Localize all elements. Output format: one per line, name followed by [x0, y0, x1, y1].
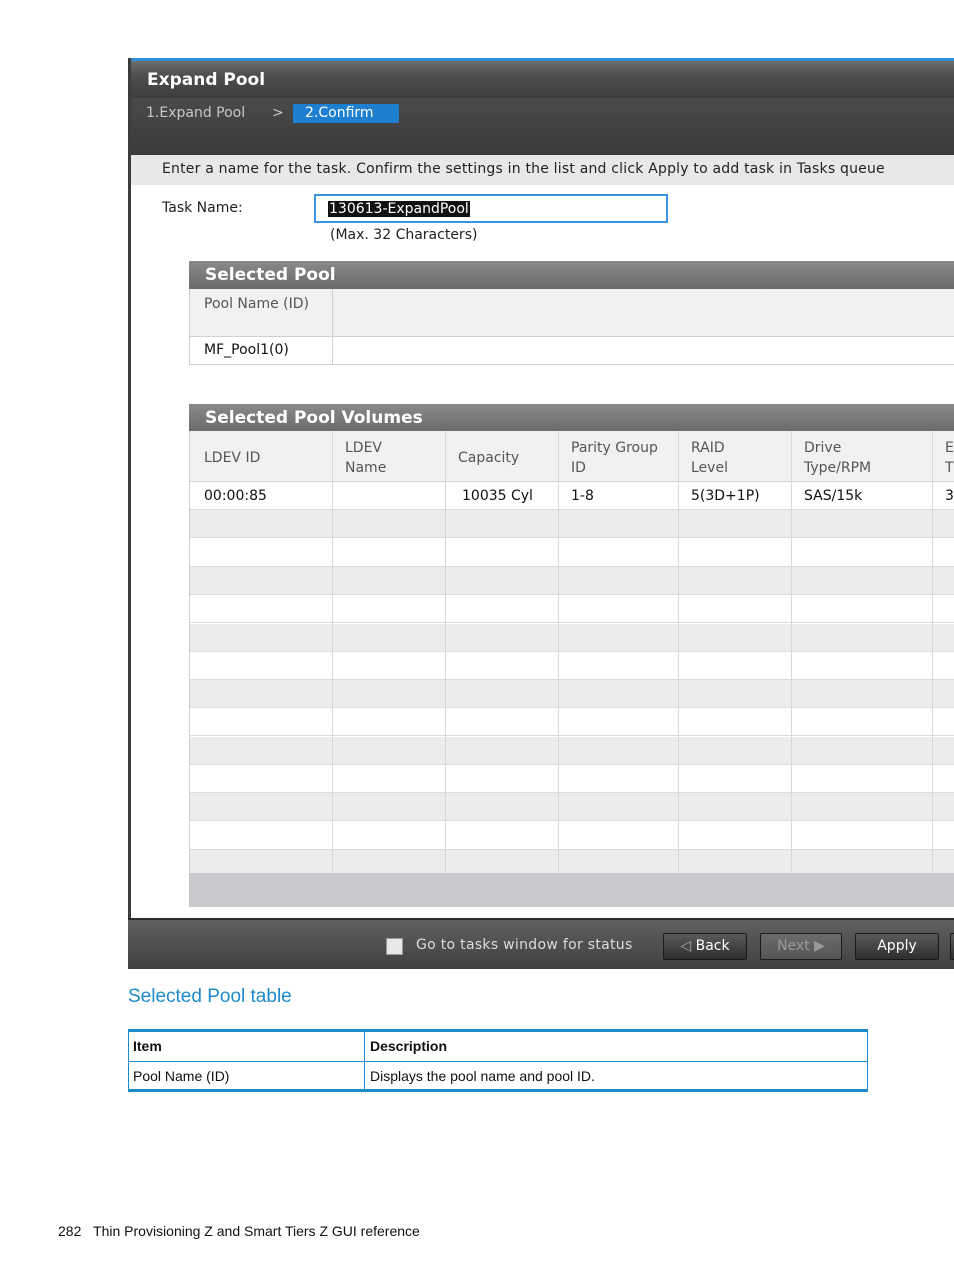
col-raid-level[interactable]: RAID Level — [691, 438, 751, 478]
dialog-title: Expand Pool — [147, 70, 266, 90]
table-row[interactable] — [190, 539, 954, 567]
doc-table-header-row: Item Description — [128, 1032, 868, 1061]
column-divider — [932, 431, 933, 880]
dialog-button-bar: Go to tasks window for status ◁ Back Nex… — [128, 918, 954, 969]
doc-cell-item: Pool Name (ID) — [133, 1068, 230, 1084]
pool-name-value: MF_Pool1(0) — [204, 342, 289, 358]
back-button[interactable]: ◁ Back — [663, 933, 747, 960]
back-button-label: Back — [695, 938, 730, 954]
col-drive-type-rpm[interactable]: Drive Type/RPM — [804, 438, 904, 478]
table-cell: 3 — [945, 488, 954, 504]
pool-name-column-header[interactable]: Pool Name (ID) — [204, 294, 314, 314]
table-row[interactable] — [190, 566, 954, 595]
dialog-left-border — [128, 58, 131, 969]
volumes-table-footer — [189, 873, 954, 907]
table-row[interactable]: 00:00:85 10035 Cyl 1-8 5(3D+1P) SAS/15k 3 — [190, 482, 954, 510]
table-cell: 5(3D+1P) — [691, 488, 760, 504]
col-ldev-id[interactable]: LDEV ID — [204, 448, 260, 468]
table-cell: SAS/15k — [804, 488, 863, 504]
next-button-label: Next — [777, 938, 810, 954]
page-footer: 282 Thin Provisioning Z and Smart Tiers … — [58, 1223, 420, 1239]
column-divider — [791, 431, 792, 880]
table-row[interactable] — [190, 510, 954, 539]
table-cell: 1-8 — [571, 488, 594, 504]
selected-pool-header: Selected Pool — [189, 261, 954, 289]
instruction-text: Enter a name for the task. Confirm the s… — [162, 161, 885, 177]
chevron-left-icon: ◁ — [680, 938, 696, 954]
step-separator: > — [272, 105, 284, 121]
table-row[interactable] — [190, 708, 954, 737]
dialog-title-bar: Expand Pool — [128, 58, 954, 98]
table-row[interactable] — [190, 652, 954, 680]
selected-pool-title: Selected Pool — [205, 265, 336, 285]
selected-pool-volumes-header: Selected Pool Volumes — [189, 404, 954, 432]
col-capacity[interactable]: Capacity — [458, 448, 519, 468]
chevron-right-icon: ▶ — [809, 938, 825, 954]
volumes-table-header: LDEV ID LDEV Name Capacity Parity Group … — [190, 431, 954, 482]
go-to-tasks-checkbox[interactable] — [386, 938, 403, 955]
table-caption: Selected Pool table — [128, 986, 292, 1007]
table-cell: 10035 Cyl — [462, 488, 533, 504]
footer-text: Thin Provisioning Z and Smart Tiers Z GU… — [93, 1223, 420, 1239]
task-name-label: Task Name: — [162, 200, 243, 216]
task-name-input[interactable]: 130613-ExpandPool — [314, 194, 668, 223]
go-to-tasks-label: Go to tasks window for status — [416, 937, 633, 953]
apply-button-label: Apply — [877, 938, 917, 954]
selected-pool-volumes-table: LDEV ID LDEV Name Capacity Parity Group … — [189, 431, 954, 907]
expand-pool-dialog: Expand Pool 1.Expand Pool > 2.Confirm En… — [128, 58, 954, 969]
column-divider — [332, 289, 333, 364]
col-parity-group-id[interactable]: Parity Group ID — [571, 438, 661, 478]
table-row[interactable] — [190, 793, 954, 822]
selected-pool-volumes-title: Selected Pool Volumes — [205, 408, 423, 428]
table-row[interactable] — [190, 680, 954, 709]
table-row[interactable] — [190, 595, 954, 624]
table-cell: 00:00:85 — [204, 488, 267, 504]
doc-header-description: Description — [370, 1038, 448, 1054]
page-number: 282 — [58, 1223, 82, 1239]
doc-cell-description: Displays the pool name and pool ID. — [370, 1068, 595, 1084]
table-row[interactable] — [190, 736, 954, 765]
table-row[interactable] — [190, 765, 954, 793]
table-row[interactable] — [190, 623, 954, 652]
doc-table-left-border — [128, 1032, 129, 1089]
step-expand-pool[interactable]: 1.Expand Pool — [146, 105, 245, 121]
column-divider — [558, 431, 559, 880]
doc-table-row: Pool Name (ID) Displays the pool name an… — [128, 1062, 868, 1091]
instruction-bar: Enter a name for the task. Confirm the s… — [131, 155, 954, 185]
doc-header-item: Item — [133, 1038, 162, 1054]
selected-pool-table: Pool Name (ID) MF_Pool1(0) — [189, 289, 954, 365]
column-divider — [445, 431, 446, 880]
pool-table-header: Pool Name (ID) — [190, 289, 954, 337]
doc-table-right-border — [867, 1032, 868, 1089]
next-button[interactable]: Next ▶ — [760, 933, 842, 960]
max-characters-hint: (Max. 32 Characters) — [330, 227, 478, 243]
wizard-steps: 1.Expand Pool > 2.Confirm — [128, 98, 954, 155]
col-ldev-name[interactable]: LDEV Name — [345, 438, 415, 478]
doc-table-column-divider — [364, 1032, 365, 1089]
table-row[interactable] — [190, 822, 954, 850]
step-confirm[interactable]: 2.Confirm — [293, 104, 399, 123]
apply-button[interactable]: Apply — [855, 933, 939, 960]
column-divider — [678, 431, 679, 880]
column-divider — [332, 431, 333, 880]
selected-pool-description-table: Item Description Pool Name (ID) Displays… — [128, 1029, 868, 1092]
task-name-value: 130613-ExpandPool — [328, 201, 470, 217]
cancel-button-partial[interactable] — [950, 933, 954, 960]
col-truncated[interactable]: E T — [945, 438, 954, 478]
